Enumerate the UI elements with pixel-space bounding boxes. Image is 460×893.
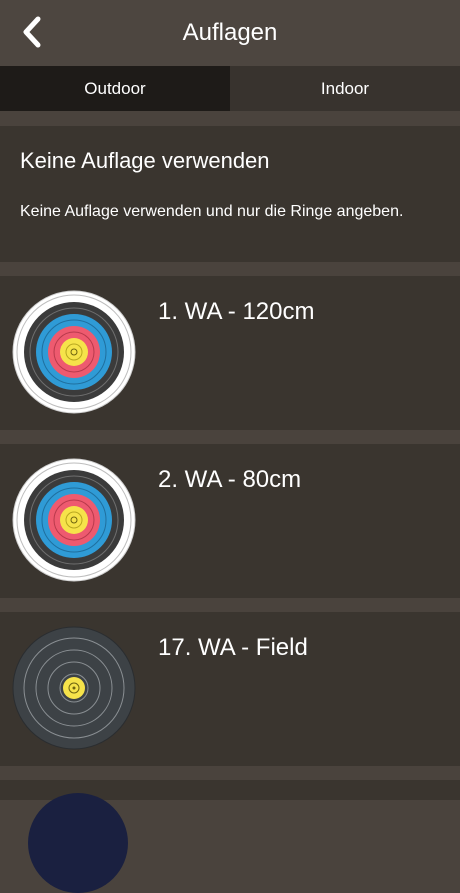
chevron-left-icon: [23, 16, 41, 48]
target-label: 17. WA - Field: [158, 634, 308, 661]
target-label: 1. WA - 120cm: [158, 298, 315, 325]
target-item-partial[interactable]: [0, 780, 460, 893]
no-target-option[interactable]: Keine Auflage verwenden Keine Auflage ve…: [0, 126, 460, 262]
wa-field-target-icon: [12, 626, 136, 750]
target-item-wa-120[interactable]: 1. WA - 120cm: [0, 276, 460, 430]
app-header: Auflagen: [0, 0, 460, 66]
no-target-description: Keine Auflage verwenden und nur die Ring…: [20, 203, 404, 220]
tab-bar: Outdoor Indoor: [0, 66, 460, 111]
tab-outdoor[interactable]: Outdoor: [0, 66, 230, 111]
tab-indoor[interactable]: Indoor: [230, 66, 460, 111]
wa-full-target-icon: [12, 290, 136, 414]
wa-full-target-icon: [12, 458, 136, 582]
back-button[interactable]: [10, 10, 54, 54]
target-partial-icon: [28, 793, 128, 893]
target-item-wa-80[interactable]: 2. WA - 80cm: [0, 444, 460, 598]
target-item-wa-field[interactable]: 17. WA - Field: [0, 612, 460, 766]
no-target-title: Keine Auflage verwenden: [20, 148, 270, 173]
page-title: Auflagen: [182, 19, 278, 46]
target-label: 2. WA - 80cm: [158, 466, 302, 493]
